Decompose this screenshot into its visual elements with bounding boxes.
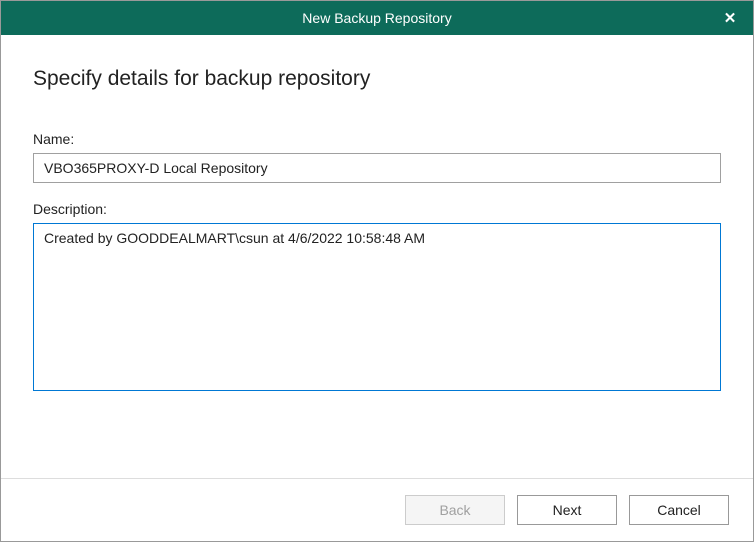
content-area: Specify details for backup repository Na… bbox=[1, 35, 753, 478]
back-button[interactable]: Back bbox=[405, 495, 505, 525]
dialog-window: New Backup Repository ✕ Specify details … bbox=[0, 0, 754, 542]
button-bar: Back Next Cancel bbox=[1, 478, 753, 541]
page-heading: Specify details for backup repository bbox=[33, 67, 721, 91]
close-button[interactable]: ✕ bbox=[707, 1, 753, 35]
next-button[interactable]: Next bbox=[517, 495, 617, 525]
window-title: New Backup Repository bbox=[302, 10, 451, 26]
description-input[interactable] bbox=[33, 223, 721, 391]
titlebar: New Backup Repository ✕ bbox=[1, 1, 753, 35]
description-label: Description: bbox=[33, 201, 721, 217]
close-icon: ✕ bbox=[724, 9, 737, 27]
name-label: Name: bbox=[33, 131, 721, 147]
cancel-button[interactable]: Cancel bbox=[629, 495, 729, 525]
name-input[interactable] bbox=[33, 153, 721, 183]
